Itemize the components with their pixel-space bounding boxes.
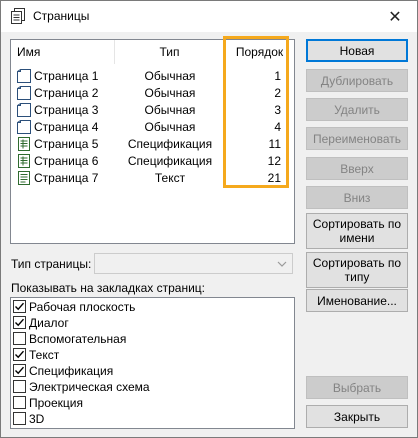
spec-page-icon — [18, 137, 30, 151]
checkbox[interactable] — [13, 348, 26, 361]
page-icon — [17, 86, 31, 100]
list-header: Имя Тип Порядок — [11, 40, 294, 64]
column-header-type[interactable]: Тип — [115, 40, 225, 64]
pages-icon — [11, 8, 25, 24]
checkmark-icon — [15, 318, 25, 327]
column-header-order[interactable]: Порядок — [225, 40, 294, 64]
page-name: Страница 2 — [34, 86, 99, 100]
checkbox-label: 3D — [29, 412, 45, 426]
checkbox-label: Рабочая плоскость — [29, 300, 136, 314]
page-order: 21 — [267, 171, 281, 185]
page-order: 1 — [274, 69, 281, 83]
checkbox-item[interactable]: Диалог — [13, 315, 292, 331]
page-icon — [17, 69, 31, 83]
page-order: 3 — [274, 103, 281, 117]
table-row[interactable]: Страница 3 Обычная 3 — [11, 102, 294, 119]
page-type: Обычная — [144, 120, 196, 134]
table-row[interactable]: Страница 5 Спецификация 11 — [11, 136, 294, 153]
checkbox-item[interactable]: 3D — [13, 411, 292, 427]
page-type: Обычная — [144, 103, 196, 117]
page-type: Обычная — [144, 69, 196, 83]
close-window-button[interactable]: ✕ — [373, 1, 417, 32]
new-page-button[interactable]: Новая — [306, 39, 408, 62]
table-row[interactable]: Страница 2 Обычная 2 — [11, 85, 294, 102]
rename-button[interactable]: Переименовать — [306, 127, 408, 150]
checkbox-item[interactable]: Проекция — [13, 395, 292, 411]
title-bar: Страницы ✕ — [1, 1, 417, 32]
page-order: 11 — [268, 137, 281, 151]
table-row[interactable]: Страница 4 Обычная 4 — [11, 119, 294, 136]
page-type: Спецификация — [127, 154, 213, 168]
spec-page-icon — [18, 154, 30, 168]
chevron-down-icon — [277, 261, 287, 267]
page-order: 2 — [274, 86, 281, 100]
checkmark-icon — [15, 350, 25, 359]
select-button[interactable]: Выбрать — [306, 376, 408, 399]
page-type: Текст — [154, 171, 186, 185]
close-icon: ✕ — [388, 8, 402, 26]
column-header-name[interactable]: Имя — [11, 40, 115, 64]
checkmark-icon — [15, 366, 25, 375]
page-name: Страница 3 — [34, 103, 99, 117]
checkbox[interactable] — [13, 332, 26, 345]
page-name: Страница 1 — [34, 69, 99, 83]
delete-button[interactable]: Удалить — [306, 98, 408, 121]
page-type-label: Тип страницы: — [11, 257, 92, 271]
checkbox-item[interactable]: Вспомогательная — [13, 331, 292, 347]
move-down-button[interactable]: Вниз — [306, 186, 408, 209]
page-name: Страница 6 — [34, 154, 99, 168]
window-title: Страницы — [33, 9, 90, 23]
table-row[interactable]: Страница 6 Спецификация 12 — [11, 153, 294, 170]
page-order: 4 — [274, 120, 281, 134]
checkbox-label: Электрическая схема — [29, 380, 150, 394]
show-tabs-list[interactable]: Рабочая плоскость Диалог Вспомогательная Те… — [10, 297, 295, 429]
page-type: Обычная — [144, 86, 196, 100]
checkmark-icon — [15, 302, 25, 311]
pages-dialog: Страницы ✕ Имя Тип Порядок Страница 1 Обы… — [0, 0, 418, 438]
checkbox-item[interactable]: Электрическая схема — [13, 379, 292, 395]
checkbox[interactable] — [13, 316, 26, 329]
sort-by-name-button[interactable]: Сортировать по имени — [306, 213, 408, 249]
page-icon — [17, 103, 31, 117]
checkbox-item[interactable]: Текст — [13, 347, 292, 363]
checkbox-label: Диалог — [29, 316, 69, 330]
checkbox-item[interactable]: Рабочая плоскость — [13, 299, 292, 315]
checkbox[interactable] — [13, 412, 26, 425]
table-row[interactable]: Страница 1 Обычная 1 — [11, 68, 294, 85]
table-row[interactable]: Страница 7 Текст 21 — [11, 170, 294, 187]
naming-button[interactable]: Именование... — [306, 289, 408, 312]
page-name: Страница 5 — [34, 137, 99, 151]
page-icon — [17, 120, 31, 134]
checkbox[interactable] — [13, 364, 26, 377]
checkbox[interactable] — [13, 396, 26, 409]
sort-by-type-button[interactable]: Сортировать по типу — [306, 252, 408, 288]
close-button[interactable]: Закрыть — [306, 405, 408, 428]
pages-list[interactable]: Имя Тип Порядок Страница 1 Обычная 1 Страни… — [10, 39, 295, 244]
checkbox[interactable] — [13, 380, 26, 393]
checkbox-label: Текст — [29, 348, 60, 362]
page-order: 12 — [267, 154, 281, 168]
checkbox-label: Вспомогательная — [29, 332, 127, 346]
page-name: Страница 4 — [34, 120, 99, 134]
duplicate-button[interactable]: Дублировать — [306, 69, 408, 92]
page-type: Спецификация — [127, 137, 213, 151]
page-name: Страница 7 — [34, 171, 99, 185]
show-tabs-label: Показывать на закладках страниц: — [11, 281, 205, 295]
checkbox[interactable] — [13, 300, 26, 313]
checkbox-label: Проекция — [29, 396, 83, 410]
text-page-icon — [18, 171, 30, 185]
move-up-button[interactable]: Вверх — [306, 157, 408, 180]
checkbox-label: Спецификация — [29, 364, 114, 378]
page-type-select[interactable] — [94, 253, 293, 274]
checkbox-item[interactable]: Спецификация — [13, 363, 292, 379]
